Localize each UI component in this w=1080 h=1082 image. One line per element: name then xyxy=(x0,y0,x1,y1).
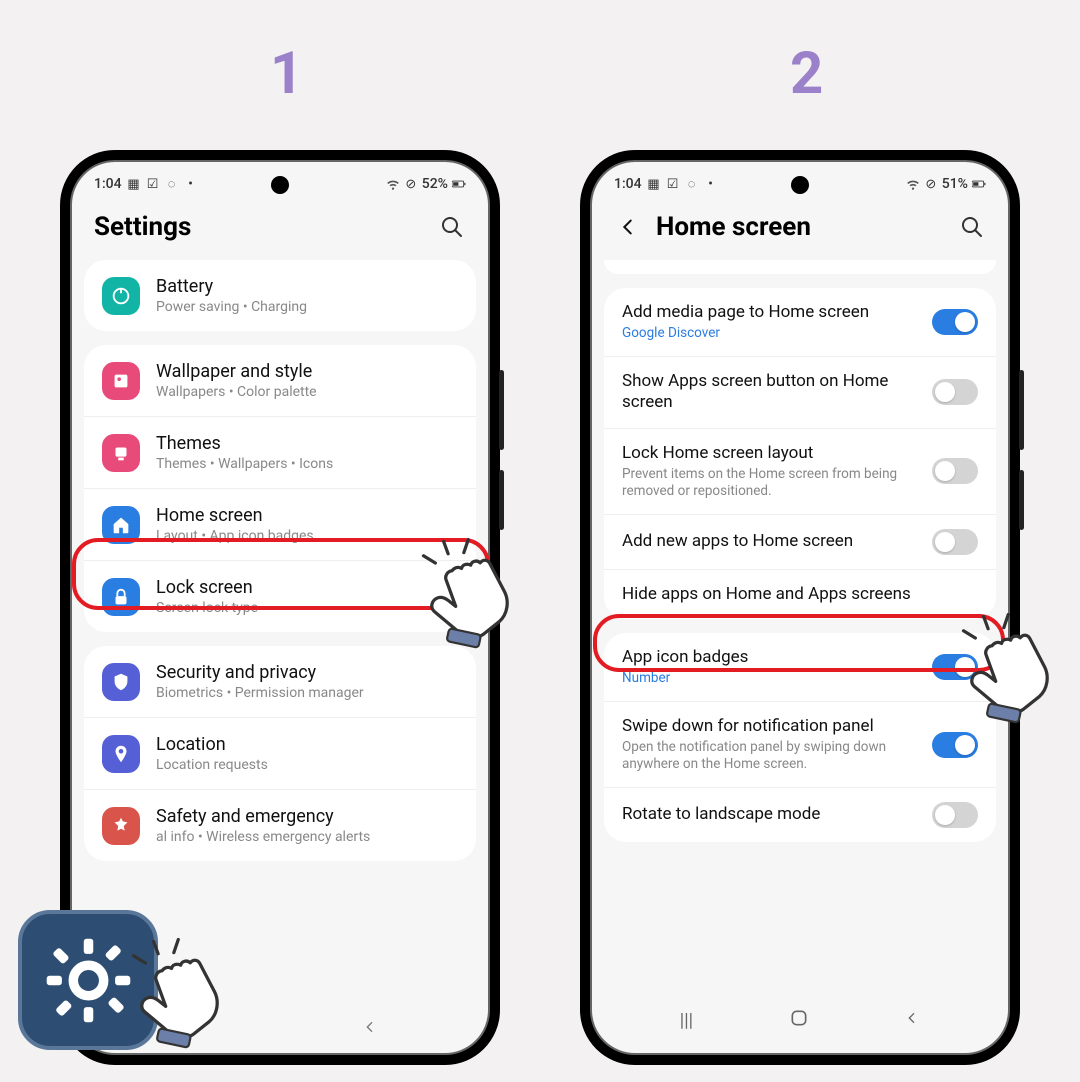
battery-percent: 52% xyxy=(422,176,448,192)
check-icon: ☑ xyxy=(666,177,680,191)
item-title: Themes xyxy=(156,433,458,454)
item-subtitle: Open the notification panel by swiping d… xyxy=(622,739,920,773)
emergency-icon xyxy=(102,807,140,845)
item-title: Add new apps to Home screen xyxy=(622,531,920,552)
item-title: Hide apps on Home and Apps screens xyxy=(622,584,978,605)
no-signal-icon: ⊘ xyxy=(404,177,418,191)
homescreen-group-1: Add media page to Home screen Google Disc… xyxy=(604,288,996,619)
item-subtitle: Wallpapers • Color palette xyxy=(156,384,458,400)
home-icon xyxy=(102,506,140,544)
item-hide-apps[interactable]: Hide apps on Home and Apps screens xyxy=(604,569,996,619)
page-title: Home screen xyxy=(656,212,944,242)
wifi-icon xyxy=(906,177,920,191)
battery-icon xyxy=(452,177,466,191)
toggle-lock-layout[interactable] xyxy=(932,458,978,484)
location-pin-icon xyxy=(102,735,140,773)
item-subtitle: Prevent items on the Home screen from be… xyxy=(622,466,920,500)
battery-percent: 51% xyxy=(942,176,968,192)
nav-recents-icon[interactable]: ||| xyxy=(680,1010,693,1031)
settings-group-1: Battery Power saving • Charging xyxy=(84,260,476,331)
nav-back-icon[interactable] xyxy=(904,1010,920,1031)
front-camera xyxy=(791,176,809,194)
themes-icon xyxy=(102,434,140,472)
battery-settings-icon xyxy=(102,277,140,315)
wifi-icon xyxy=(386,177,400,191)
settings-item-battery[interactable]: Battery Power saving • Charging xyxy=(84,260,476,331)
sync-icon: ◌ xyxy=(685,177,699,191)
no-signal-icon: ⊘ xyxy=(924,177,938,191)
shield-icon xyxy=(102,663,140,701)
toggle-show-apps[interactable] xyxy=(932,379,978,405)
navigation-bar: ||| xyxy=(592,998,1008,1043)
item-subtitle: Location requests xyxy=(156,757,458,773)
status-time: 1:04 xyxy=(614,176,642,192)
toggle-add-new-apps[interactable] xyxy=(932,529,978,555)
item-subtitle: Number xyxy=(622,670,920,687)
wallpaper-icon xyxy=(102,362,140,400)
item-title: Rotate to landscape mode xyxy=(622,804,920,825)
item-title: Lock Home screen layout xyxy=(622,443,920,464)
image-icon: ▦ xyxy=(127,177,141,191)
item-title: Home screen xyxy=(156,505,458,526)
item-title: Add media page to Home screen xyxy=(622,302,920,323)
item-subtitle: al info • Wireless emergency alerts xyxy=(156,829,458,845)
image-icon: ▦ xyxy=(647,177,661,191)
item-subtitle: Biometrics • Permission manager xyxy=(156,685,458,701)
settings-item-themes[interactable]: Themes Themes • Wallpapers • Icons xyxy=(84,416,476,488)
step-number-2: 2 xyxy=(790,40,823,108)
item-subtitle: Power saving • Charging xyxy=(156,299,458,315)
item-subtitle: Themes • Wallpapers • Icons xyxy=(156,456,458,472)
back-icon[interactable] xyxy=(614,213,642,241)
settings-item-wallpaper[interactable]: Wallpaper and style Wallpapers • Color pa… xyxy=(84,345,476,416)
item-title: Wallpaper and style xyxy=(156,361,458,382)
item-subtitle: Layout • App icon badges xyxy=(156,528,458,544)
item-add-new-apps[interactable]: Add new apps to Home screen xyxy=(604,514,996,569)
item-rotate-landscape[interactable]: Rotate to landscape mode xyxy=(604,787,996,842)
sync-icon: ◌ xyxy=(165,177,179,191)
more-icon: • xyxy=(184,177,198,191)
check-icon: ☑ xyxy=(146,177,160,191)
settings-item-safety[interactable]: Safety and emergency al info • Wireless e… xyxy=(84,789,476,861)
lock-icon xyxy=(102,578,140,616)
settings-group-3: Security and privacy Biometrics • Permiss… xyxy=(84,646,476,861)
item-title: Battery xyxy=(156,276,458,297)
toggle-rotate[interactable] xyxy=(932,802,978,828)
item-title: Swipe down for notification panel xyxy=(622,716,920,737)
nav-back-icon[interactable] xyxy=(362,1019,378,1039)
nav-home-icon[interactable] xyxy=(789,1008,809,1033)
item-add-media-page[interactable]: Add media page to Home screen Google Disc… xyxy=(604,288,996,356)
item-subtitle: Google Discover xyxy=(622,325,920,342)
phone-frame-2: 1:04 ▦ ☑ ◌ • ⊘ 51% Home screen xyxy=(580,150,1020,1065)
toggle-media-page[interactable] xyxy=(932,309,978,335)
item-swipe-down[interactable]: Swipe down for notification panelOpen th… xyxy=(604,701,996,787)
item-show-apps-button[interactable]: Show Apps screen button on Home screen xyxy=(604,356,996,428)
more-icon: • xyxy=(704,177,718,191)
card-top-sliver xyxy=(604,260,996,274)
page-title: Settings xyxy=(94,212,424,242)
settings-item-location[interactable]: Location Location requests xyxy=(84,717,476,789)
item-title: Show Apps screen button on Home screen xyxy=(622,371,920,414)
status-time: 1:04 xyxy=(94,176,122,192)
search-icon[interactable] xyxy=(438,213,466,241)
step-number-1: 1 xyxy=(270,40,303,108)
battery-icon xyxy=(972,177,986,191)
item-title: App icon badges xyxy=(622,647,920,668)
search-icon[interactable] xyxy=(958,213,986,241)
item-title: Safety and emergency xyxy=(156,806,458,827)
item-title: Security and privacy xyxy=(156,662,458,683)
item-lock-layout[interactable]: Lock Home screen layoutPrevent items on … xyxy=(604,428,996,514)
front-camera xyxy=(271,176,289,194)
item-title: Location xyxy=(156,734,458,755)
